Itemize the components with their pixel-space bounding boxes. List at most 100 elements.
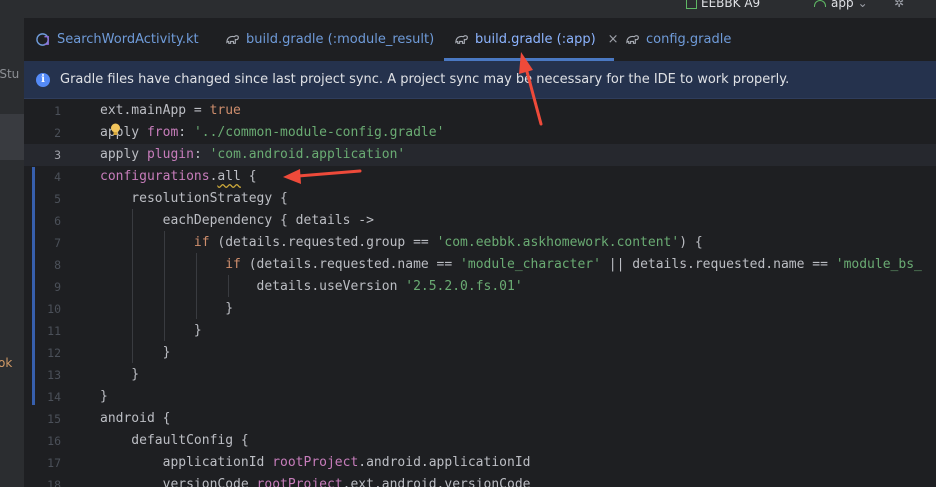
- code-line[interactable]: 18 versionCode rootProject.ext.android.v…: [24, 474, 936, 487]
- code-line[interactable]: 8 if (details.requested.name == 'module_…: [24, 254, 936, 276]
- code-token: }: [100, 345, 171, 360]
- code-token: if: [225, 257, 241, 272]
- code-line[interactable]: 6 eachDependency { details ->: [24, 210, 936, 232]
- device-selector-label: EEBBK A9: [701, 0, 761, 10]
- code-token: .android.applicationId: [358, 455, 531, 470]
- code-line[interactable]: 11 }: [24, 320, 936, 342]
- tab-searchwordactivity[interactable]: SearchWordActivity.kt: [36, 18, 199, 61]
- code-line[interactable]: 1 ext.mainApp = true: [24, 100, 936, 122]
- code-line[interactable]: 13 }: [24, 364, 936, 386]
- code-text: if (details.requested.name == 'module_ch…: [100, 254, 922, 276]
- lightbulb-icon[interactable]: [110, 123, 121, 136]
- code-token: 'module_bs_: [835, 257, 922, 272]
- device-icon: [686, 0, 697, 9]
- code-text: configurations.all {: [100, 166, 257, 188]
- line-number[interactable]: 5: [24, 188, 61, 210]
- code-token: 'com.eebbk.askhomework.content': [436, 235, 680, 250]
- line-number[interactable]: 7: [24, 232, 61, 254]
- tab-label: build.gradle (:app): [475, 32, 596, 47]
- gradle-elephant-icon: [226, 35, 239, 44]
- left-panel-partial-label-2: ok: [0, 356, 13, 370]
- code-editor[interactable]: 1 ext.mainApp = true 2 apply from: '../comm…: [24, 99, 936, 487]
- code-token: .ext.android.versionCode: [342, 477, 531, 487]
- left-panel-edge: lStu ok: [0, 18, 24, 487]
- code-token: details.useVersion: [100, 279, 406, 294]
- line-number[interactable]: 9: [24, 276, 61, 298]
- indent-guide: [196, 253, 197, 319]
- code-text: }: [100, 386, 108, 408]
- banner-message: Gradle files have changed since last pro…: [60, 72, 790, 87]
- code-token: if: [193, 235, 210, 250]
- tab-label: build.gradle (:module_result): [246, 32, 435, 47]
- line-number[interactable]: 4: [24, 166, 61, 188]
- line-number[interactable]: 12: [24, 342, 61, 364]
- line-number[interactable]: 16: [24, 430, 61, 452]
- left-panel-selection: [0, 114, 24, 160]
- line-number[interactable]: 3: [24, 144, 61, 166]
- code-line[interactable]: 17 applicationId rootProject.android.app…: [24, 452, 936, 474]
- line-number[interactable]: 14: [24, 386, 61, 408]
- code-text: apply from: '../common-module-config.gra…: [100, 122, 444, 144]
- tab-build-gradle-app[interactable]: build.gradle (:app) ×: [454, 18, 619, 61]
- code-token: }: [100, 323, 202, 338]
- tab-config-gradle[interactable]: config.gradle: [625, 18, 731, 61]
- code-token: eachDependency { details ->: [100, 213, 374, 228]
- gradle-elephant-icon: [626, 35, 639, 44]
- code-line[interactable]: 14}: [24, 386, 936, 408]
- code-token: }: [100, 367, 140, 382]
- code-text: }: [100, 320, 202, 342]
- line-number[interactable]: 10: [24, 298, 61, 320]
- code-token: :: [193, 147, 210, 162]
- run-config-label: app: [831, 0, 854, 10]
- code-token: '2.5.2.0.fs.01': [405, 279, 523, 294]
- device-selector[interactable]: EEBBK A9: [686, 0, 760, 10]
- code-token: '../common-module-config.gradle': [193, 125, 445, 140]
- code-line[interactable]: 7 if (details.requested.group == 'com.ee…: [24, 232, 936, 254]
- line-number[interactable]: 17: [24, 452, 61, 474]
- code-text: resolutionStrategy {: [100, 188, 288, 210]
- tab-label: config.gradle: [646, 32, 732, 47]
- code-token: || details.requested.name ==: [600, 257, 836, 272]
- code-token: configurations: [100, 169, 210, 184]
- vcs-change-marker[interactable]: [32, 167, 35, 405]
- code-text: applicationId rootProject.android.applic…: [100, 452, 531, 474]
- code-token: 'module_character': [460, 257, 601, 272]
- code-text: if (details.requested.group == 'com.eebb…: [100, 232, 703, 254]
- code-line[interactable]: 15 android {: [24, 408, 936, 430]
- line-number[interactable]: 13: [24, 364, 61, 386]
- code-token: from: [146, 125, 179, 140]
- code-token: all: [217, 169, 241, 184]
- editor-tab-bar: SearchWordActivity.kt build.gradle (:mod…: [24, 18, 936, 61]
- indent-guide: [164, 231, 165, 341]
- line-number[interactable]: 2: [24, 122, 61, 144]
- line-number[interactable]: 8: [24, 254, 61, 276]
- code-line[interactable]: 2 apply from: '../common-module-config.gr…: [24, 122, 936, 144]
- code-token: rootProject: [256, 477, 343, 487]
- tab-label: SearchWordActivity.kt: [57, 32, 199, 47]
- run-config-selector[interactable]: app ⌄: [814, 0, 868, 10]
- line-number[interactable]: 18: [24, 474, 61, 487]
- line-number[interactable]: 1: [24, 100, 61, 122]
- close-icon[interactable]: ×: [608, 32, 619, 47]
- code-text: }: [100, 342, 171, 364]
- code-token: true: [209, 103, 241, 118]
- code-line[interactable]: 3 apply plugin: 'com.android.application': [24, 144, 936, 166]
- code-line[interactable]: 9 details.useVersion '2.5.2.0.fs.01': [24, 276, 936, 298]
- code-line[interactable]: 5 resolutionStrategy {: [24, 188, 936, 210]
- tab-build-gradle-module-result[interactable]: build.gradle (:module_result): [225, 18, 434, 61]
- line-number[interactable]: 11: [24, 320, 61, 342]
- line-number[interactable]: 15: [24, 408, 61, 430]
- code-line[interactable]: 10 }: [24, 298, 936, 320]
- code-text: }: [100, 364, 139, 386]
- code-token: 'com.android.application': [209, 147, 406, 162]
- indent-guide: [228, 275, 229, 297]
- left-panel-partial-label: lStu: [0, 67, 20, 81]
- code-token: resolutionStrategy {: [100, 191, 288, 206]
- code-line[interactable]: 4 configurations.all {: [24, 166, 936, 188]
- code-line[interactable]: 12 }: [24, 342, 936, 364]
- settings-icon[interactable]: ✲: [894, 0, 904, 10]
- code-text: }: [100, 298, 233, 320]
- line-number[interactable]: 6: [24, 210, 61, 232]
- gradle-sync-banner: i Gradle files have changed since last p…: [24, 61, 936, 99]
- code-line[interactable]: 16 defaultConfig {: [24, 430, 936, 452]
